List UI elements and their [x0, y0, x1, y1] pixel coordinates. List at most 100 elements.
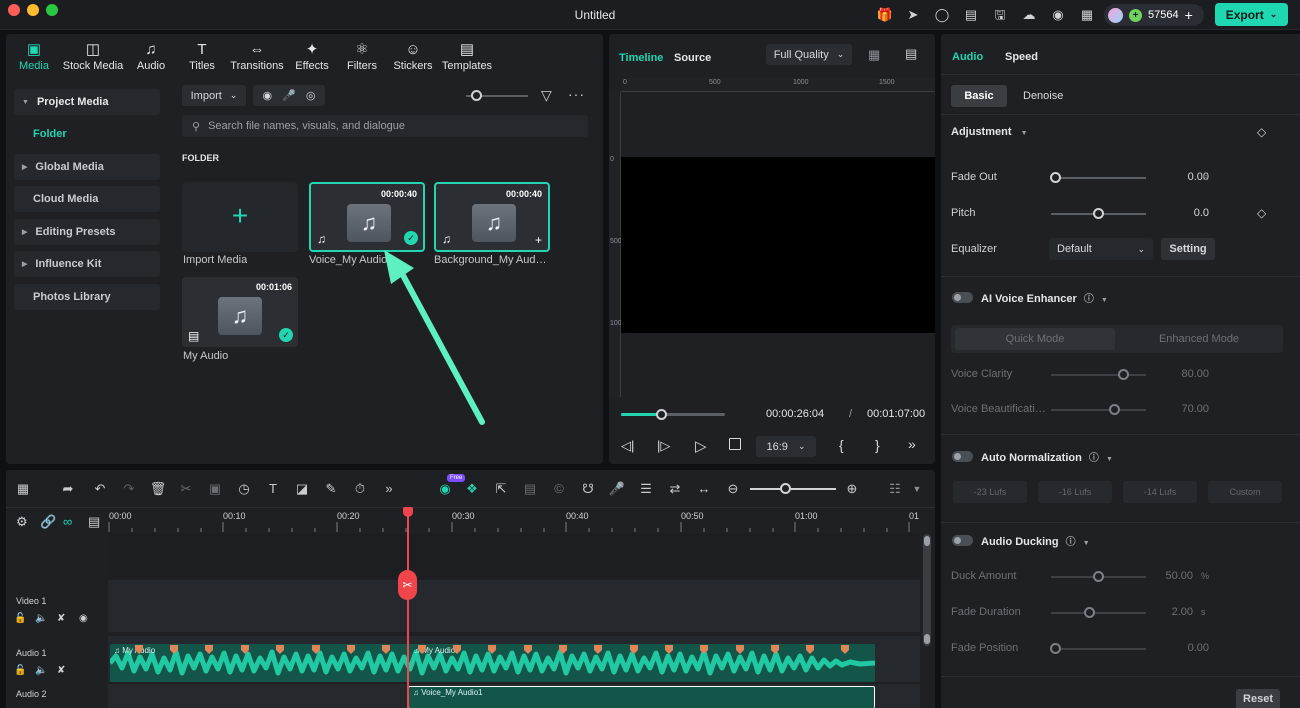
shield-icon[interactable]: ☋	[579, 480, 597, 498]
audio-clip-voice[interactable]: ♫ Voice_My Audio1	[408, 686, 875, 708]
delete-icon[interactable]: 🗑	[149, 480, 167, 498]
keyframe-icon[interactable]: ◇	[1257, 125, 1266, 139]
voice-clarity-knob[interactable]	[1118, 369, 1129, 380]
split-audio-icon[interactable]: ❖	[463, 480, 481, 498]
fade-duration-value[interactable]: 2.00	[1141, 606, 1193, 618]
fade-position-slider[interactable]	[1051, 648, 1146, 650]
quality-dropdown[interactable]: Full Quality ⌄	[766, 44, 852, 65]
fade-out-knob[interactable]	[1050, 172, 1061, 183]
crop-icon[interactable]: ▣	[206, 480, 224, 498]
zoom-in-icon[interactable]: ⊕	[843, 480, 861, 498]
more-tools-icon[interactable]: »	[380, 480, 398, 498]
link-icon[interactable]: 🔗	[40, 514, 56, 530]
mute-icon[interactable]: ✘	[57, 665, 65, 676]
image-tool-icon[interactable]: ▤	[521, 480, 539, 498]
voice-clarity-slider[interactable]	[1051, 374, 1146, 376]
speed-icon[interactable]: ◷	[235, 480, 253, 498]
zoom-out-icon[interactable]: ⊖	[724, 480, 742, 498]
playhead-split-button[interactable]: ✂	[398, 570, 417, 600]
fit-icon[interactable]: ↔	[695, 480, 713, 498]
cut-icon[interactable]: ✂	[177, 480, 195, 498]
pitch-knob[interactable]	[1093, 208, 1104, 219]
audio-ducking-toggle[interactable]	[952, 535, 973, 546]
enhanced-mode-button[interactable]: Enhanced Mode	[1119, 328, 1279, 350]
next-frame-icon[interactable]: |▷	[657, 438, 670, 454]
timeline-scrollbar[interactable]	[923, 534, 931, 646]
timeline-settings-icon[interactable]: ⚙	[16, 514, 28, 530]
lock-icon[interactable]: 🔓	[14, 665, 26, 676]
fade-out-slider[interactable]	[1051, 177, 1146, 179]
keyframe-icon[interactable]: ◇	[1257, 206, 1266, 220]
ai-voice-enhancer-toggle[interactable]	[952, 292, 973, 303]
lufs-custom-button[interactable]: Custom	[1208, 481, 1282, 503]
voice-beautification-slider[interactable]	[1051, 409, 1146, 411]
timeline-zoom-slider[interactable]	[750, 488, 836, 490]
equalizer-setting-button[interactable]: Setting	[1161, 238, 1215, 260]
fade-duration-knob[interactable]	[1084, 607, 1095, 618]
mark-out-icon[interactable]: }	[875, 437, 880, 453]
auto-normalization-toggle[interactable]	[952, 451, 973, 462]
caption-icon[interactable]: ▤	[88, 514, 100, 530]
tab-source[interactable]: Source	[674, 52, 711, 64]
track-layout-icon[interactable]: ☷	[886, 480, 904, 498]
magnet-icon[interactable]: ∞	[63, 514, 72, 529]
preview-progress-knob[interactable]	[655, 409, 667, 420]
auto-normalization-heading[interactable]: Auto Normalization ⓘ ▼	[981, 449, 1113, 464]
previous-frame-icon[interactable]: ◁|	[621, 438, 634, 454]
volume-icon[interactable]: 🔈	[35, 613, 47, 624]
lufs-minus-14-button[interactable]: -14 Lufs	[1123, 481, 1197, 503]
audio-ducking-heading[interactable]: Audio Ducking ⓘ ▼	[981, 533, 1090, 548]
scrollbar-thumb[interactable]	[924, 536, 930, 546]
duck-amount-knob[interactable]	[1093, 571, 1104, 582]
aspect-ratio-dropdown[interactable]: 16:9 ⌄	[756, 436, 816, 457]
fade-out-value[interactable]: 0.00	[1141, 171, 1209, 183]
fade-position-value[interactable]: 0.00	[1141, 642, 1209, 654]
export-clip-icon[interactable]: ⇱	[492, 480, 510, 498]
pitch-value[interactable]: 0.0	[1141, 207, 1209, 219]
more-controls-icon[interactable]: »	[908, 436, 916, 452]
lock-icon[interactable]: 🔓	[14, 613, 26, 624]
layout-grid-icon[interactable]: ▦	[14, 480, 32, 498]
mark-in-icon[interactable]: {	[839, 437, 844, 453]
tab-audio[interactable]: Audio	[952, 51, 983, 63]
copyright-icon[interactable]: ©	[550, 480, 568, 498]
snapshot-icon[interactable]: ▤	[905, 46, 917, 62]
fade-duration-slider[interactable]	[1051, 612, 1146, 614]
scrollbar-thumb-bottom[interactable]	[924, 634, 930, 644]
stop-icon[interactable]	[729, 438, 741, 450]
reset-button[interactable]: Reset	[1236, 689, 1280, 708]
video-track-row[interactable]	[108, 580, 920, 632]
pen-icon[interactable]: ✎	[322, 480, 340, 498]
lufs-minus-16-button[interactable]: -16 Lufs	[1038, 481, 1112, 503]
microphone-icon[interactable]: 🎤	[608, 480, 626, 498]
video-canvas[interactable]	[621, 157, 935, 333]
preview-progress-bar[interactable]	[621, 409, 725, 420]
voice-beautification-knob[interactable]	[1109, 404, 1120, 415]
text-icon[interactable]: T	[264, 480, 282, 498]
subtab-basic[interactable]: Basic	[951, 85, 1007, 107]
voice-clarity-value[interactable]: 80.00	[1141, 368, 1209, 380]
playhead-line[interactable]	[407, 514, 409, 708]
tab-timeline[interactable]: Timeline	[619, 52, 663, 64]
adjustment-heading[interactable]: Adjustment ▼	[951, 126, 1028, 138]
subtab-denoise[interactable]: Denoise	[1023, 90, 1063, 102]
equalizer-dropdown[interactable]: Default ⌄	[1049, 238, 1153, 260]
duck-amount-value[interactable]: 50.00	[1141, 570, 1193, 582]
mixer-icon[interactable]: ☰	[637, 480, 655, 498]
play-icon[interactable]: ▷	[695, 437, 707, 455]
eye-icon[interactable]: ◉	[79, 613, 88, 624]
select-tool-icon[interactable]: ➦	[59, 480, 77, 498]
ai-voice-enhancer-heading[interactable]: AI Voice Enhancer ⓘ ▼	[981, 290, 1108, 305]
lufs-minus-23-button[interactable]: -23 Lufs	[953, 481, 1027, 503]
mute-icon[interactable]: ✘	[57, 613, 65, 624]
shape-icon[interactable]: ◪	[293, 480, 311, 498]
timer-icon[interactable]: ⏱	[351, 480, 369, 498]
undo-icon[interactable]: ↶	[91, 480, 109, 498]
redo-icon[interactable]: ↷	[120, 480, 138, 498]
fade-position-knob[interactable]	[1050, 643, 1061, 654]
voice-beautification-value[interactable]: 70.00	[1141, 403, 1209, 415]
grid-view-icon[interactable]: ▦	[868, 47, 880, 63]
tab-speed[interactable]: Speed	[1005, 51, 1038, 63]
chevron-down-icon[interactable]: ▼	[908, 480, 926, 498]
replace-icon[interactable]: ⇄	[666, 480, 684, 498]
